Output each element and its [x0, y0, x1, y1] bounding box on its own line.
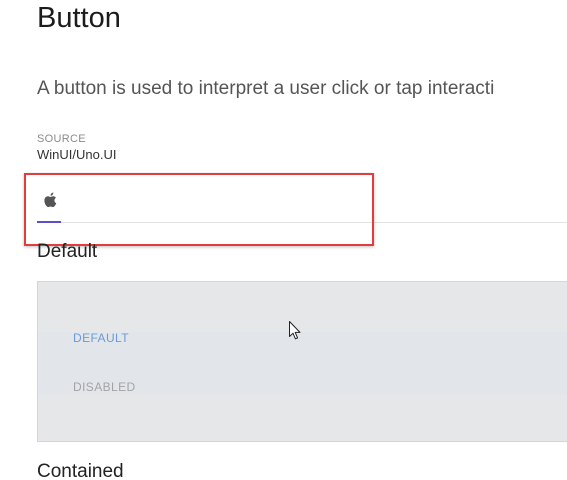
disabled-button: DISABLED — [73, 380, 136, 394]
page-description: A button is used to interpret a user cli… — [37, 78, 495, 99]
section-heading-contained: Contained — [37, 461, 124, 480]
platform-tab-bar — [37, 182, 567, 223]
demo-area-default: DEFAULT DISABLED — [37, 281, 567, 442]
tab-selected-indicator — [37, 221, 61, 223]
default-button[interactable]: DEFAULT — [73, 330, 129, 346]
tab-apple[interactable] — [37, 182, 61, 223]
page: Button A button is used to interpret a u… — [0, 0, 567, 480]
page-title: Button — [37, 2, 121, 34]
mouse-cursor-icon — [289, 321, 301, 340]
apple-icon — [44, 192, 57, 208]
source-value: WinUI/Uno.UI — [37, 147, 117, 162]
source-label: SOURCE — [37, 133, 86, 145]
section-heading-default: Default — [37, 241, 98, 262]
